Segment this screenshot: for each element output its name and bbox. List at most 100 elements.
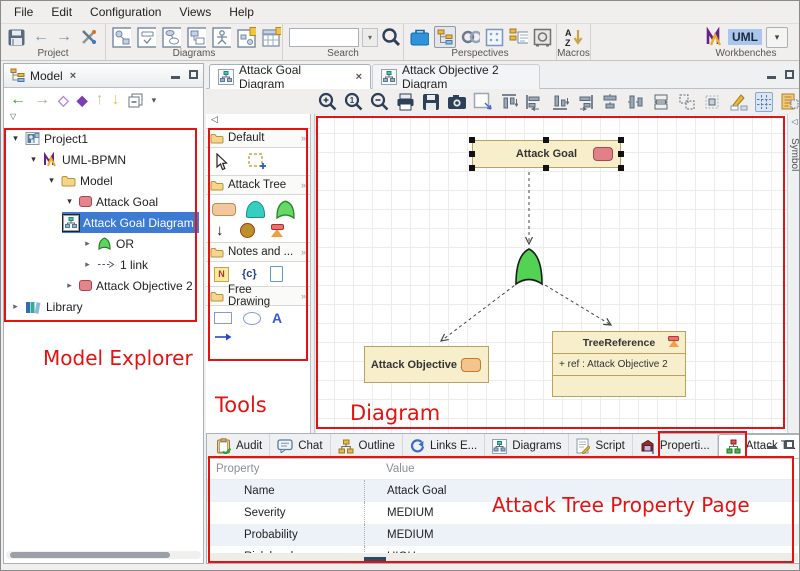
- minimize-icon[interactable]: [767, 446, 776, 449]
- expand-closed-icon[interactable]: ▸: [10, 301, 21, 312]
- toggle-grid-icon[interactable]: [755, 92, 774, 112]
- activity-diagram-icon[interactable]: [162, 27, 181, 47]
- tab-chat[interactable]: Chat: [270, 434, 330, 458]
- matrix-icon[interactable]: [262, 27, 281, 47]
- model-perspective-icon[interactable]: [434, 26, 456, 48]
- property-value-cell[interactable]: Attack Goal: [364, 480, 799, 502]
- form-perspective-icon[interactable]: [509, 27, 528, 47]
- tab-diagrams[interactable]: Diagrams: [485, 434, 569, 458]
- selection-handle[interactable]: [618, 137, 624, 143]
- selection-handle[interactable]: [543, 137, 549, 143]
- zoom-in-icon[interactable]: [318, 92, 337, 112]
- expand-closed-icon[interactable]: ▸: [64, 280, 75, 291]
- diagram-properties-icon[interactable]: [780, 92, 799, 112]
- same-width-icon[interactable]: [652, 92, 670, 112]
- column-header-property[interactable]: Property: [207, 463, 364, 475]
- menu-configuration[interactable]: Configuration: [81, 2, 170, 22]
- selection-handle[interactable]: [543, 165, 549, 171]
- format-painter-icon[interactable]: [729, 92, 748, 112]
- view-menu-icon[interactable]: ▾: [152, 95, 157, 106]
- tree-item-attack-goal[interactable]: ▾ Attack Goal: [4, 191, 203, 212]
- constraint-tool-icon[interactable]: {c}: [242, 268, 257, 280]
- align-bottom-icon[interactable]: [550, 92, 568, 112]
- tree-reference-node[interactable]: TreeReference + ref : Attack Objective 2: [552, 331, 686, 397]
- maximize-icon[interactable]: [785, 70, 794, 79]
- palette-section-default[interactable]: Default »: [206, 128, 310, 148]
- marquee-tool-icon[interactable]: [247, 152, 268, 171]
- pin-icon[interactable]: »: [301, 247, 306, 257]
- tab-properties[interactable]: Properti...: [633, 434, 718, 458]
- save-icon[interactable]: [7, 27, 26, 47]
- select-tool-icon[interactable]: [214, 153, 229, 171]
- move-down-icon[interactable]: ↓: [112, 92, 120, 108]
- same-size-icon[interactable]: [678, 92, 696, 112]
- pin-icon[interactable]: »: [301, 291, 306, 301]
- usecase-diagram-icon[interactable]: [137, 27, 156, 47]
- document-tool-icon[interactable]: [270, 266, 283, 282]
- text-tool-icon[interactable]: A: [272, 310, 282, 326]
- new-diagram-icon[interactable]: [237, 27, 256, 47]
- redo-icon[interactable]: →: [56, 29, 72, 45]
- snapshot-icon[interactable]: [447, 92, 466, 112]
- navigate-forward-icon[interactable]: →: [34, 92, 50, 108]
- tree-item-library[interactable]: ▸ Library: [4, 296, 203, 317]
- expand-open-icon[interactable]: ▾: [64, 196, 75, 207]
- rectangle-tool-icon[interactable]: [214, 312, 232, 324]
- minimize-icon[interactable]: [171, 76, 180, 79]
- tab-script[interactable]: Script: [569, 434, 632, 458]
- palette-section-notes[interactable]: Notes and ... »: [206, 242, 310, 262]
- model-horizontal-scrollbar[interactable]: [6, 551, 201, 559]
- composite-diagram-icon[interactable]: [187, 27, 206, 47]
- actor-diagram-icon[interactable]: [212, 27, 231, 47]
- filter-chevron-icon[interactable]: ▽: [4, 112, 203, 126]
- table-row[interactable]: Probability MEDIUM: [207, 524, 799, 546]
- and-gate-tool-icon[interactable]: [246, 201, 265, 218]
- tree-reference-tool-icon[interactable]: [271, 224, 284, 237]
- tab-links-editor[interactable]: Links E...: [403, 434, 485, 458]
- property-value-cell[interactable]: MEDIUM: [364, 524, 799, 546]
- center-horizontal-icon[interactable]: [601, 92, 619, 112]
- expand-open-icon[interactable]: ▾: [46, 175, 57, 186]
- palette-section-attack-tree[interactable]: Attack Tree »: [206, 175, 310, 195]
- tree-item-or[interactable]: ▸ OR: [4, 233, 203, 254]
- maximize-icon[interactable]: [189, 70, 198, 79]
- workbench-dropdown-button[interactable]: ▾: [766, 27, 788, 48]
- attack-node-tool-icon[interactable]: [212, 203, 236, 216]
- select-area-icon[interactable]: [473, 92, 492, 112]
- expand-open-icon[interactable]: ▾: [10, 133, 21, 144]
- sort-az-icon[interactable]: AZ: [564, 27, 583, 47]
- selection-handle[interactable]: [469, 137, 475, 143]
- tree-item-attack-goal-diagram[interactable]: Attack Goal Diagram: [4, 212, 203, 233]
- next-diamond-icon[interactable]: ◆: [77, 93, 88, 107]
- note-tool-icon[interactable]: N: [214, 267, 229, 282]
- palette-collapse-icon[interactable]: ◁: [206, 114, 310, 128]
- operator-tool-icon[interactable]: [240, 223, 255, 238]
- scrollbar-thumb[interactable]: [364, 557, 386, 561]
- previous-diamond-icon[interactable]: ◇: [58, 93, 69, 107]
- menu-views[interactable]: Views: [170, 2, 220, 22]
- expand-open-icon[interactable]: ▾: [28, 154, 39, 165]
- tree-item-attack-objective-2[interactable]: ▸ Attack Objective 2: [4, 275, 203, 296]
- scrollbar-thumb[interactable]: [10, 552, 170, 558]
- safe-perspective-icon[interactable]: [533, 27, 552, 47]
- links-perspective-icon[interactable]: [461, 27, 480, 47]
- search-icon[interactable]: [381, 27, 400, 47]
- line-tool-icon[interactable]: [214, 332, 233, 342]
- maximize-icon[interactable]: [785, 440, 794, 449]
- table-row[interactable]: Severity MEDIUM: [207, 502, 799, 524]
- class-diagram-icon[interactable]: [112, 27, 131, 47]
- symbol-side-tab[interactable]: ◁ Symbol: [787, 114, 800, 433]
- tab-audit[interactable]: Audit: [209, 434, 270, 458]
- project-settings-icon[interactable]: [79, 27, 98, 47]
- diagram-canvas[interactable]: Attack Goal Attack Objective 1 TreeRefer…: [314, 114, 787, 433]
- tab-attack-objective-2-diagram[interactable]: Attack Objective 2 Diagram: [372, 64, 540, 89]
- fit-content-icon[interactable]: [703, 92, 721, 112]
- selection-handle[interactable]: [618, 165, 624, 171]
- close-icon[interactable]: ×: [70, 70, 76, 82]
- minimize-icon[interactable]: [767, 76, 776, 79]
- pin-icon[interactable]: »: [301, 133, 306, 143]
- navigate-back-icon[interactable]: ←: [10, 92, 26, 108]
- open-perspective-icon[interactable]: [410, 27, 429, 47]
- expand-closed-icon[interactable]: ▸: [82, 259, 93, 270]
- search-input[interactable]: [289, 28, 359, 47]
